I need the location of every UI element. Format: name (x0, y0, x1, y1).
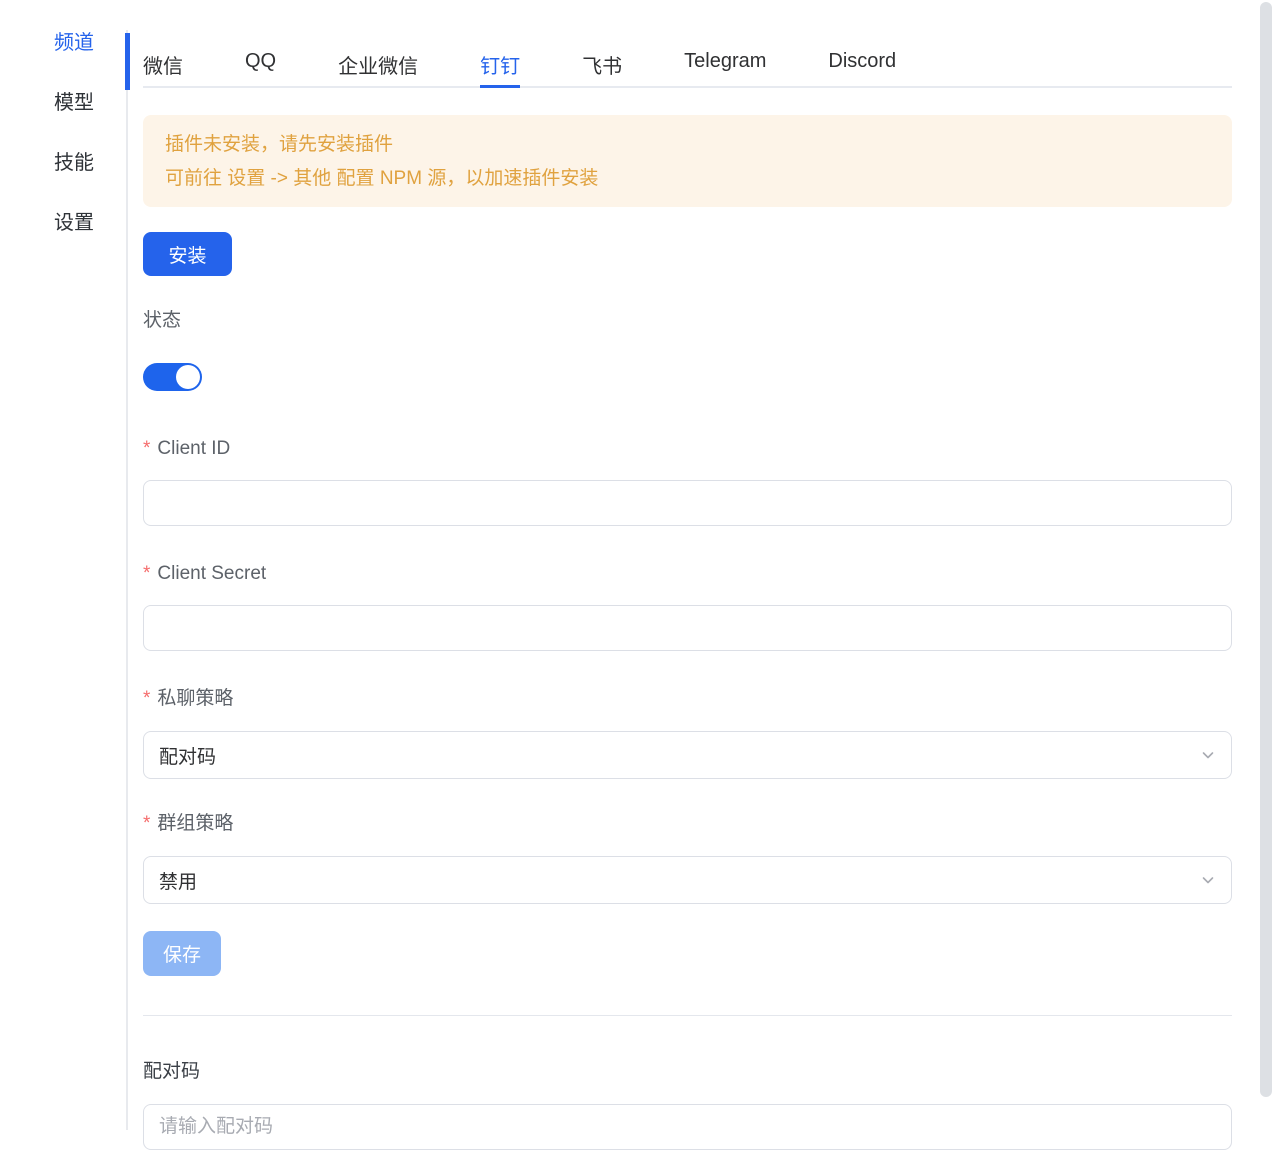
group-strategy-label: * 群组策略 (143, 811, 1232, 836)
section-divider (143, 1015, 1232, 1016)
sidebar: 频道 模型 技能 设置 (0, 30, 128, 1130)
toggle-knob-icon (176, 365, 200, 389)
sidebar-item-channels[interactable]: 频道 (0, 30, 126, 56)
vertical-scrollbar-thumb[interactable] (1260, 2, 1272, 1097)
required-asterisk: * (143, 436, 150, 461)
group-strategy-select[interactable]: 禁用 (143, 856, 1232, 904)
install-button[interactable]: 安装 (143, 232, 232, 276)
save-button[interactable]: 保存 (143, 931, 221, 976)
required-asterisk: * (143, 686, 150, 711)
sidebar-active-indicator (125, 33, 130, 90)
sidebar-item-models[interactable]: 模型 (0, 90, 126, 116)
private-chat-strategy-label-text: 私聊策略 (157, 686, 233, 711)
page: 频道 模型 技能 设置 微信 QQ 企业微信 钉钉 飞书 Telegram Di… (0, 0, 1275, 1130)
private-chat-strategy-value: 配对码 (159, 742, 216, 769)
chevron-down-icon (1200, 872, 1216, 888)
tab-dingtalk[interactable]: 钉钉 (480, 30, 520, 88)
client-secret-label: * Client Secret (143, 561, 1232, 586)
chevron-down-icon (1200, 747, 1216, 763)
client-id-label: * Client ID (143, 436, 1232, 461)
tab-feishu[interactable]: 飞书 (582, 30, 622, 88)
tab-wecom[interactable]: 企业微信 (338, 30, 418, 88)
status-toggle[interactable] (143, 363, 202, 391)
tab-discord[interactable]: Discord (828, 30, 896, 88)
private-chat-strategy-label: * 私聊策略 (143, 686, 1232, 711)
plugin-warning-banner: 插件未安装，请先安装插件 可前往 设置 -> 其他 配置 NPM 源，以加速插件… (143, 115, 1232, 207)
client-id-input[interactable] (143, 480, 1232, 526)
sidebar-item-skills[interactable]: 技能 (0, 150, 126, 176)
tab-telegram[interactable]: Telegram (684, 30, 766, 88)
client-secret-input[interactable] (143, 605, 1232, 651)
group-strategy-label-text: 群组策略 (157, 811, 233, 836)
tab-qq[interactable]: QQ (245, 30, 276, 88)
group-strategy-value: 禁用 (159, 867, 197, 894)
pairing-code-input[interactable] (143, 1104, 1232, 1150)
private-chat-strategy-select[interactable]: 配对码 (143, 731, 1232, 779)
client-secret-label-text: Client Secret (157, 561, 266, 586)
client-id-label-text: Client ID (157, 436, 230, 461)
channel-tabs: 微信 QQ 企业微信 钉钉 飞书 Telegram Discord (143, 30, 1232, 88)
warning-line-1: 插件未安装，请先安装插件 (165, 128, 1210, 162)
warning-line-2: 可前往 设置 -> 其他 配置 NPM 源，以加速插件安装 (165, 162, 1210, 196)
main-content: 微信 QQ 企业微信 钉钉 飞书 Telegram Discord 插件未安装，… (143, 30, 1232, 1130)
required-asterisk: * (143, 811, 150, 836)
pairing-code-label: 配对码 (143, 1059, 1232, 1084)
tab-wechat[interactable]: 微信 (143, 30, 183, 88)
sidebar-item-settings[interactable]: 设置 (0, 210, 126, 236)
status-label: 状态 (143, 308, 1232, 333)
required-asterisk: * (143, 561, 150, 586)
